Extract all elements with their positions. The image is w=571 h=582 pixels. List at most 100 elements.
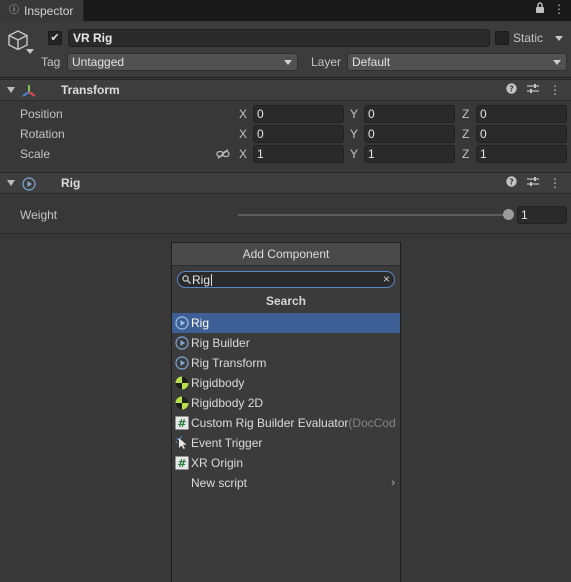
clear-search-icon[interactable]: × (383, 272, 390, 287)
rig-header[interactable]: Rig ? ⋮ (0, 172, 571, 194)
rig-component-icon (22, 177, 36, 191)
add-component-popup: Add Component Rig × Search Rig Rig Build… (171, 242, 401, 582)
tag-label: Tag (41, 55, 61, 69)
list-item-rig-builder[interactable]: Rig Builder (172, 333, 400, 353)
more-options-icon[interactable]: ⋮ (549, 176, 561, 190)
search-icon (182, 275, 191, 284)
more-options-icon[interactable]: ⋮ (549, 83, 561, 97)
transform-axes-icon (22, 85, 36, 97)
list-item-rig[interactable]: Rig (172, 313, 400, 333)
constrain-proportions-icon[interactable] (216, 149, 230, 159)
axis-y-label: Y (350, 127, 359, 141)
lock-icon[interactable] (535, 2, 545, 17)
foldout-arrow-icon[interactable] (7, 180, 15, 186)
list-item-event-trigger[interactable]: Event Trigger (172, 433, 400, 453)
icon-dropdown-caret-icon[interactable] (26, 49, 34, 55)
static-dropdown-arrow-icon[interactable] (555, 36, 563, 41)
svg-text:#: # (177, 457, 186, 470)
popup-title: Add Component (172, 243, 400, 266)
svg-text:?: ? (509, 85, 514, 94)
divider (0, 233, 571, 234)
transform-header[interactable]: Transform ? ⋮ (0, 79, 571, 101)
list-item-namespace: (DocCod (348, 416, 396, 430)
axis-z-label: Z (462, 147, 470, 161)
chevron-down-icon (284, 60, 292, 65)
svg-text:#: # (177, 417, 186, 430)
inspector-tab[interactable]: ⓘ Inspector (0, 0, 84, 21)
list-item-rigidbody[interactable]: Rigidbody (172, 373, 400, 393)
rotation-y-field[interactable]: 0 (364, 125, 455, 143)
help-icon[interactable]: ? (506, 176, 517, 190)
section-header: Search (265, 294, 307, 308)
list-item-label: Rigidbody (191, 376, 245, 390)
axis-x-label: X (239, 107, 248, 121)
name-field[interactable]: VR Rig (68, 29, 490, 47)
rotation-z-field[interactable]: 0 (476, 125, 567, 143)
active-checkbox[interactable]: ✔ (48, 31, 62, 45)
presets-sliders-icon[interactable] (527, 83, 539, 97)
weight-slider-track[interactable] (238, 214, 510, 216)
foldout-arrow-icon[interactable] (7, 87, 15, 93)
search-input[interactable]: Rig × (177, 271, 395, 288)
scale-z-field[interactable]: 1 (476, 145, 567, 163)
text-cursor (211, 273, 213, 286)
axis-z-label: Z (462, 107, 470, 121)
list-item-new-script[interactable]: New script › (172, 473, 400, 493)
script-icon: # (175, 416, 189, 430)
axis-y-label: Y (350, 107, 359, 121)
scale-y-field[interactable]: 1 (364, 145, 455, 163)
presets-sliders-icon[interactable] (527, 176, 539, 190)
rig-component-icon (175, 336, 189, 350)
position-label: Position (20, 107, 63, 121)
static-label: Static (513, 31, 544, 45)
chevron-down-icon (553, 60, 561, 65)
static-checkbox[interactable] (495, 31, 509, 45)
scale-label: Scale (20, 147, 51, 161)
inspector-tab-label: Inspector (24, 3, 74, 18)
tab-controls: ⋮ (535, 2, 565, 17)
transform-tools: ? ⋮ (506, 83, 561, 97)
list-item-label: Rig (191, 316, 210, 330)
position-z-field[interactable]: 0 (476, 105, 567, 123)
list-item-rigidbody-2d[interactable]: Rigidbody 2D (172, 393, 400, 413)
rig-tools: ? ⋮ (506, 176, 561, 190)
list-item-label: Rig Transform (191, 356, 267, 370)
position-y-field[interactable]: 0 (364, 105, 455, 123)
list-item-xr-origin[interactable]: # XR Origin (172, 453, 400, 473)
rigidbody-icon (175, 396, 189, 410)
chevron-right-icon: › (391, 477, 395, 489)
position-x-field[interactable]: 0 (253, 105, 344, 123)
axis-x-label: X (239, 147, 248, 161)
layer-dropdown[interactable]: Default (347, 53, 567, 71)
weight-field[interactable]: 1 (517, 206, 567, 224)
help-icon[interactable]: ? (506, 83, 517, 97)
weight-slider-handle[interactable] (503, 209, 514, 220)
list-item-label: New script (191, 476, 248, 490)
rig-title: Rig (61, 176, 81, 190)
svg-text:?: ? (509, 178, 514, 187)
rotation-x-field[interactable]: 0 (253, 125, 344, 143)
event-trigger-icon (175, 436, 187, 449)
inspector-tab-bar: ⓘ Inspector ⋮ (0, 0, 571, 21)
tag-dropdown[interactable]: Untagged (67, 53, 298, 71)
axis-x-label: X (239, 127, 248, 141)
list-item-custom-rig-builder-evaluator[interactable]: # Custom Rig Builder Evaluator (DocCod (172, 413, 400, 433)
weight-label: Weight (20, 208, 58, 222)
scale-x-field[interactable]: 1 (253, 145, 344, 163)
list-item-label: Rigidbody 2D (191, 396, 264, 410)
list-item-label: XR Origin (191, 456, 244, 470)
more-options-icon[interactable]: ⋮ (553, 2, 565, 17)
rigidbody-icon (175, 376, 189, 390)
rig-component-icon (175, 316, 189, 330)
list-item-rig-transform[interactable]: Rig Transform (172, 353, 400, 373)
layer-value: Default (352, 55, 391, 69)
layer-label: Layer (311, 55, 342, 69)
list-item-label: Rig Builder (191, 336, 250, 350)
transform-title: Transform (61, 83, 120, 97)
script-icon: # (175, 456, 189, 470)
axis-z-label: Z (462, 127, 470, 141)
list-item-label: Event Trigger (191, 436, 263, 450)
rig-component-icon (175, 356, 189, 370)
axis-y-label: Y (350, 147, 359, 161)
tag-value: Untagged (72, 55, 125, 69)
